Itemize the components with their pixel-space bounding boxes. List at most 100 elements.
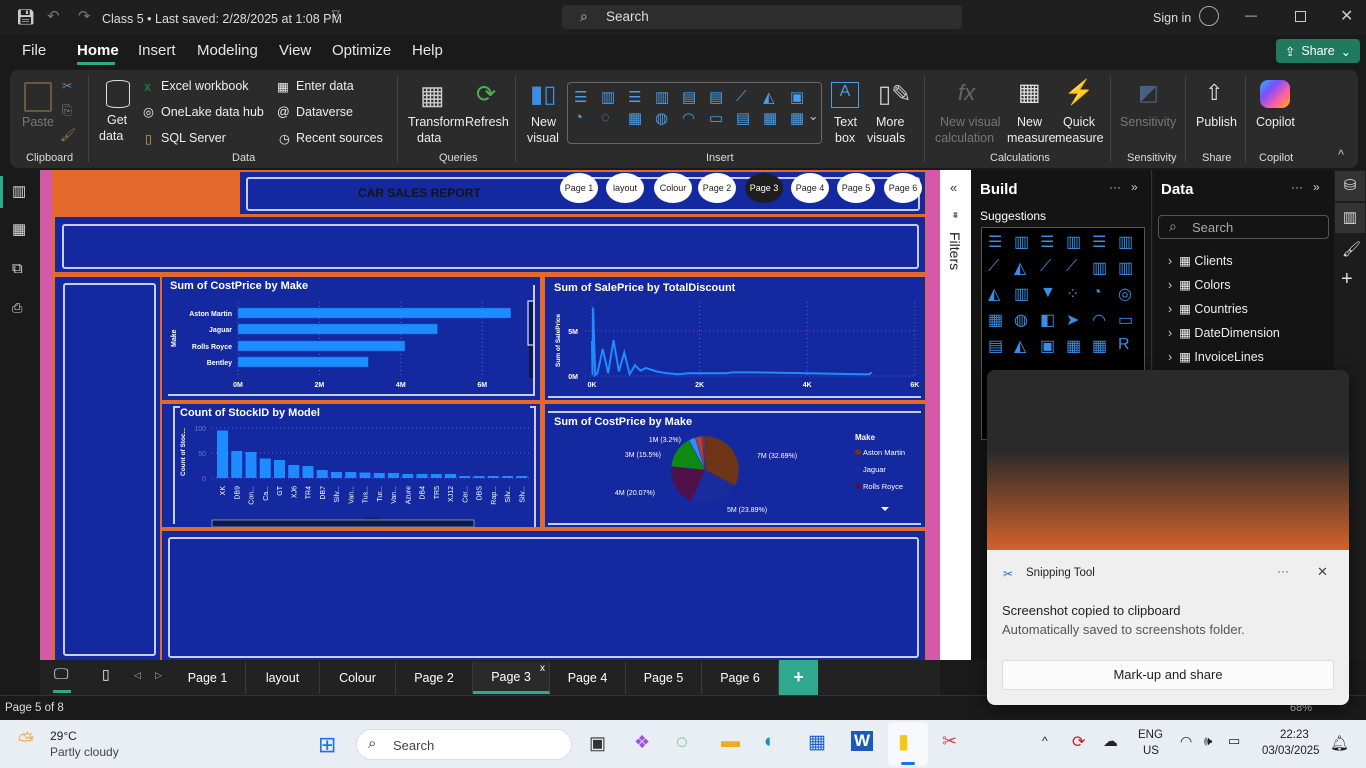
data-table-item[interactable]: › ▦ Countries xyxy=(1168,301,1248,316)
page-nav-button[interactable]: Page 4 xyxy=(791,173,829,203)
onelake-data-hub-button[interactable]: OneLake data hub xyxy=(161,105,264,119)
collapse-ribbon-icon[interactable]: ^ xyxy=(1338,148,1344,162)
title-dropdown-icon[interactable]: ▽ xyxy=(332,9,340,20)
line-column-icon[interactable]: ▤ xyxy=(682,88,708,106)
clock-time[interactable]: 22:23 xyxy=(1280,729,1309,741)
pie-chart-icon[interactable]: ◔ xyxy=(574,109,600,127)
more-visuals-button[interactable]: More xyxy=(876,115,904,129)
taskbar-search[interactable]: ⌕ Search xyxy=(356,729,572,760)
build-visual-icon[interactable]: ▥ xyxy=(1335,203,1365,233)
treemap-visual-icon[interactable]: ▦ xyxy=(988,310,1014,330)
ribbon-visual-icon[interactable]: ⟋ xyxy=(1066,258,1092,278)
app-ring-icon[interactable]: ◌ xyxy=(676,731,688,754)
clustered-bar-icon[interactable]: ☰ xyxy=(628,88,654,106)
donut-visual-icon[interactable]: ◎ xyxy=(1118,284,1144,304)
line-chart-saleprice-by-discount[interactable]: 0K 2K 4K 6K 0M 5M Sum of SalePrice Sum of Sale… xyxy=(545,277,925,400)
area-visual-icon[interactable]: ◭ xyxy=(1014,258,1040,278)
excel-workbook-button[interactable]: Excel workbook xyxy=(161,79,249,93)
pie-visual-icon[interactable]: ◔ xyxy=(1092,284,1118,304)
clustered-column-visual-icon[interactable]: ▥ xyxy=(1066,232,1092,252)
expand-chevron-icon[interactable]: › xyxy=(1168,326,1172,340)
100-bar-visual-icon[interactable]: ☰ xyxy=(1092,232,1118,252)
slicer-visual-icon[interactable]: ▣ xyxy=(1040,336,1066,356)
table-icon[interactable]: ▦ xyxy=(763,109,789,127)
page-tab[interactable]: layout xyxy=(246,662,320,694)
redo-icon[interactable]: ↷ xyxy=(78,7,91,25)
menu-help[interactable]: Help xyxy=(412,42,443,59)
stacked-column-icon[interactable]: ▥ xyxy=(601,88,627,106)
100-column-visual-icon[interactable]: ▥ xyxy=(1118,232,1144,252)
weather-icon[interactable]: ⛅︎ xyxy=(18,730,34,753)
treemap-icon[interactable]: ▦ xyxy=(628,109,654,127)
word-icon[interactable]: W xyxy=(851,731,874,751)
data-search-input[interactable]: ⌕ Search xyxy=(1158,215,1329,239)
add-page-button[interactable]: + xyxy=(779,660,818,695)
area-chart-icon[interactable]: ◭ xyxy=(763,88,789,106)
language[interactable]: ENG xyxy=(1138,729,1163,741)
clustered-bar-visual-icon[interactable]: ☰ xyxy=(1040,232,1066,252)
transform-data-button[interactable]: Transform xyxy=(408,115,465,129)
page-nav-button[interactable]: Page 1 xyxy=(560,173,598,203)
data-table-item[interactable]: › ▦ Clients xyxy=(1168,253,1233,268)
new-visual-button[interactable]: New xyxy=(531,115,556,129)
table-view-icon[interactable]: ▦ xyxy=(12,220,26,238)
save-icon[interactable]: 💾︎ xyxy=(16,8,35,26)
dataverse-button[interactable]: Dataverse xyxy=(296,105,353,119)
pie-chart-costprice-by-make[interactable]: 7M (32.69%) 5M (23.89%) 4M (20.07%) 3M (15.… xyxy=(545,404,925,527)
gauge-icon[interactable]: ◠ xyxy=(682,109,708,127)
page-nav-button[interactable]: Page 3 xyxy=(745,173,783,203)
menu-file[interactable]: File xyxy=(22,42,46,59)
maximize-icon[interactable] xyxy=(1295,11,1306,22)
menu-home[interactable]: Home xyxy=(77,42,119,59)
stacked-area-visual-icon[interactable]: ⟋ xyxy=(1040,258,1066,278)
waterfall-visual-icon[interactable]: ◭ xyxy=(988,284,1014,304)
page-nav-button[interactable]: Page 6 xyxy=(884,173,922,203)
expand-chevron-icon[interactable]: › xyxy=(1168,254,1172,268)
clustered-column-icon[interactable]: ▥ xyxy=(655,88,681,106)
share-button[interactable]: ⇪ Share ⌄ xyxy=(1276,39,1360,63)
menu-insert[interactable]: Insert xyxy=(138,42,176,59)
map-icon[interactable]: ◍ xyxy=(655,109,681,127)
transform-data-button-line2[interactable]: data xyxy=(417,131,441,145)
page-tab[interactable]: Page 2 xyxy=(396,662,473,694)
add-pane-icon[interactable]: + xyxy=(1341,268,1353,291)
data-pane-icon[interactable]: ⛁ xyxy=(1335,171,1365,201)
new-measure-button[interactable]: New xyxy=(1017,115,1042,129)
quick-measure-button-line2[interactable]: measure xyxy=(1055,131,1104,145)
stacked-bar-icon[interactable]: ☰ xyxy=(574,88,600,106)
more-options-icon[interactable]: ··· xyxy=(1109,180,1121,194)
recent-sources-button[interactable]: Recent sources xyxy=(296,131,383,145)
line-chart-icon[interactable]: ⟋ xyxy=(736,88,762,106)
snipping-tool-taskbar-icon[interactable]: ✂ xyxy=(942,731,957,752)
slicer-icon[interactable]: ▣ xyxy=(790,88,816,106)
table-visual-icon[interactable]: ▦ xyxy=(1066,336,1092,356)
page-nav-button[interactable]: layout xyxy=(606,173,644,203)
page-nav-button[interactable]: Page 2 xyxy=(698,173,736,203)
page-tab[interactable]: Page 3 x xyxy=(473,662,550,694)
previous-page-icon[interactable]: ◁ xyxy=(134,670,141,681)
scatter-visual-icon[interactable]: ⁘ xyxy=(1066,284,1092,304)
expand-chevron-icon[interactable]: › xyxy=(1168,350,1172,364)
volume-icon[interactable]: 🕪︎ xyxy=(1204,733,1212,749)
line-visual-icon[interactable]: ⟋ xyxy=(988,258,1014,278)
wifi-icon[interactable]: ◠ xyxy=(1180,733,1192,750)
line-column-visual-icon[interactable]: ▥ xyxy=(1092,258,1118,278)
desktop-layout-icon[interactable]: 🖵︎ xyxy=(54,666,68,683)
format-painter-icon[interactable]: 🖌︎ xyxy=(60,128,76,143)
multi-card-visual-icon[interactable]: ▤ xyxy=(988,336,1014,356)
page-tab[interactable]: Page 4 xyxy=(550,662,626,694)
region[interactable]: US xyxy=(1143,745,1159,757)
multi-row-card-icon[interactable]: ▤ xyxy=(736,109,762,127)
donut-chart-icon[interactable]: ◌ xyxy=(601,109,627,127)
store-icon[interactable]: ▦ xyxy=(808,731,826,754)
edge-icon[interactable]: ◐ xyxy=(764,731,775,753)
copy-icon[interactable]: ⎘ xyxy=(62,103,72,118)
visual-gallery[interactable]: ☰ ▥ ☰ ▥ ▤ ▤ ⟋ ◭ ▣ ◔ ◌ ▦ ◍ ◠ ▭ ▤ ▦ ▦ xyxy=(567,82,822,144)
toast-more-icon[interactable]: ··· xyxy=(1277,564,1289,578)
battery-icon[interactable]: ▭ xyxy=(1228,733,1240,749)
close-tab-icon[interactable]: x xyxy=(540,663,545,674)
screenshot-preview[interactable] xyxy=(987,370,1349,550)
undo-icon[interactable]: ↶ xyxy=(47,7,60,25)
expand-chevron-icon[interactable]: › xyxy=(1168,278,1172,292)
start-icon[interactable]: ⊞ xyxy=(318,732,336,758)
